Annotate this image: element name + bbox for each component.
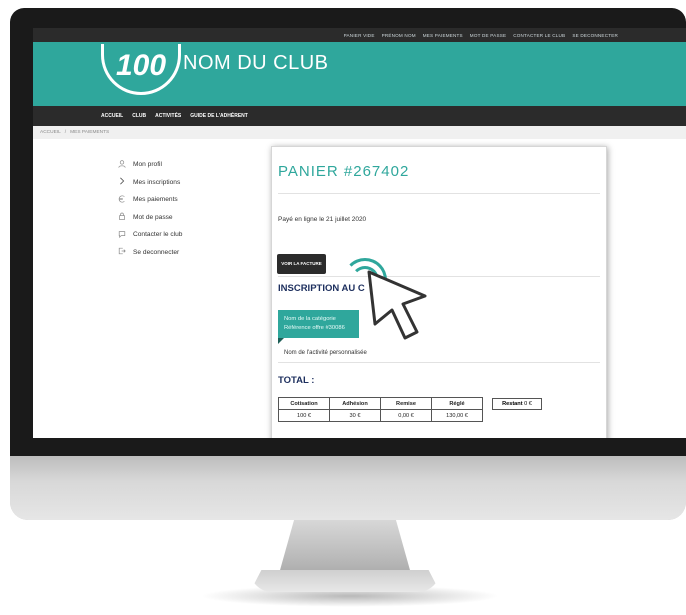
table-header: Remise <box>380 397 432 410</box>
sidebar-item-contact[interactable]: Contacter le club <box>117 226 182 244</box>
user-icon <box>117 160 126 170</box>
remaining-box: Restant 0 € <box>492 398 542 410</box>
header-banner: 100 NOM DU CLUB <box>33 42 686 106</box>
view-invoice-button[interactable]: VOIR LA FACTURE <box>277 254 326 274</box>
sidebar-item-inscriptions[interactable]: Mes inscriptions <box>117 174 182 192</box>
remaining-label: Restant <box>502 401 523 407</box>
sidebar-item-payments[interactable]: Mes paiements <box>117 191 182 209</box>
table-cell: 0,00 € <box>380 409 432 422</box>
nav-item-home[interactable]: ACCUEIL <box>101 113 123 119</box>
category-name: Nom de la catégorie <box>284 316 336 322</box>
total-heading: TOTAL : <box>278 375 315 386</box>
sidebar: Mon profil Mes inscriptions Mes paiement… <box>117 156 182 261</box>
breadcrumb-separator: / <box>64 130 67 135</box>
payment-status: Payé en ligne le 21 juillet 2020 <box>278 216 367 223</box>
sidebar-item-label: Contacter le club <box>133 231 183 239</box>
activity-name: Nom de l'activité personnalisée <box>284 350 367 356</box>
club-logo[interactable]: 100 <box>101 44 181 95</box>
topbar-link-payments[interactable]: MES PAIEMENTS <box>423 33 463 38</box>
table-row: 100 € 30 € 0,00 € 130,00 € <box>278 409 483 422</box>
sidebar-item-profile[interactable]: Mon profil <box>117 156 182 174</box>
topbar-link-user-name[interactable]: PRÉNOM NOM <box>382 33 416 38</box>
sidebar-item-label: Mes inscriptions <box>133 178 181 186</box>
table-cell: 130,00 € <box>431 409 483 422</box>
sidebar-item-label: Mon profil <box>133 161 162 169</box>
monitor: PANIER VIDE PRÉNOM NOM MES PAIEMENTS MOT… <box>10 8 686 520</box>
nav-item-club[interactable]: CLUB <box>132 113 146 119</box>
breadcrumb: ACCUEIL / MES PAIEMENTS <box>33 126 686 139</box>
divider <box>278 276 600 277</box>
divider <box>278 362 600 363</box>
monitor-chin <box>10 456 686 520</box>
table-header: Adhésion <box>329 397 381 410</box>
sidebar-item-label: Se deconnecter <box>133 248 180 256</box>
sidebar-item-logout[interactable]: Se deconnecter <box>117 244 182 262</box>
euro-icon <box>117 195 126 205</box>
nav-item-activities[interactable]: ACTIVITÉS <box>155 113 181 119</box>
offer-reference: Référence offre #30086 <box>284 324 345 331</box>
top-utility-bar: PANIER VIDE PRÉNOM NOM MES PAIEMENTS MOT… <box>33 28 686 42</box>
topbar-link-logout[interactable]: SE DECONNECTER <box>572 33 618 38</box>
table-header: Cotisation <box>278 397 330 410</box>
chat-icon <box>117 230 126 240</box>
logout-icon <box>117 247 126 257</box>
chevron-right-icon <box>117 177 126 187</box>
table-row: Cotisation Adhésion Remise Réglé <box>278 397 483 410</box>
table-cell: 30 € <box>329 409 381 422</box>
ribbon-tail <box>278 338 284 344</box>
breadcrumb-home[interactable]: ACCUEIL <box>40 130 61 135</box>
cart-card: PANIER #267402 Payé en ligne le 21 juill… <box>271 146 607 438</box>
sidebar-item-label: Mes paiements <box>133 196 178 204</box>
category-ribbon: Nom de la catégorie Référence offre #300… <box>278 310 359 338</box>
monitor-base <box>250 570 440 592</box>
screen: PANIER VIDE PRÉNOM NOM MES PAIEMENTS MOT… <box>33 28 686 438</box>
topbar-link-contact[interactable]: CONTACTER LE CLUB <box>513 33 565 38</box>
topbar-link-password[interactable]: MOT DE PASSE <box>470 33 506 38</box>
club-name[interactable]: NOM DU CLUB <box>183 52 329 75</box>
breadcrumb-current: MES PAIEMENTS <box>70 130 110 135</box>
nav-item-guide[interactable]: GUIDE DE L'ADHÉRENT <box>190 113 248 119</box>
topbar-link-empty-cart[interactable]: PANIER VIDE <box>344 33 375 38</box>
main-nav: ACCUEIL CLUB ACTIVITÉS GUIDE DE L'ADHÉRE… <box>33 106 686 126</box>
mouse-cursor-icon <box>367 270 427 340</box>
lock-icon <box>117 212 126 222</box>
divider <box>278 193 600 194</box>
totals-table: Cotisation Adhésion Remise Réglé 100 € 3… <box>278 397 483 422</box>
sidebar-item-label: Mot de passe <box>133 213 173 221</box>
sidebar-item-password[interactable]: Mot de passe <box>117 209 182 227</box>
cart-title: PANIER #267402 <box>278 163 410 180</box>
table-header: Réglé <box>431 397 483 410</box>
remaining-value: 0 € <box>524 401 532 407</box>
table-cell: 100 € <box>278 409 330 422</box>
